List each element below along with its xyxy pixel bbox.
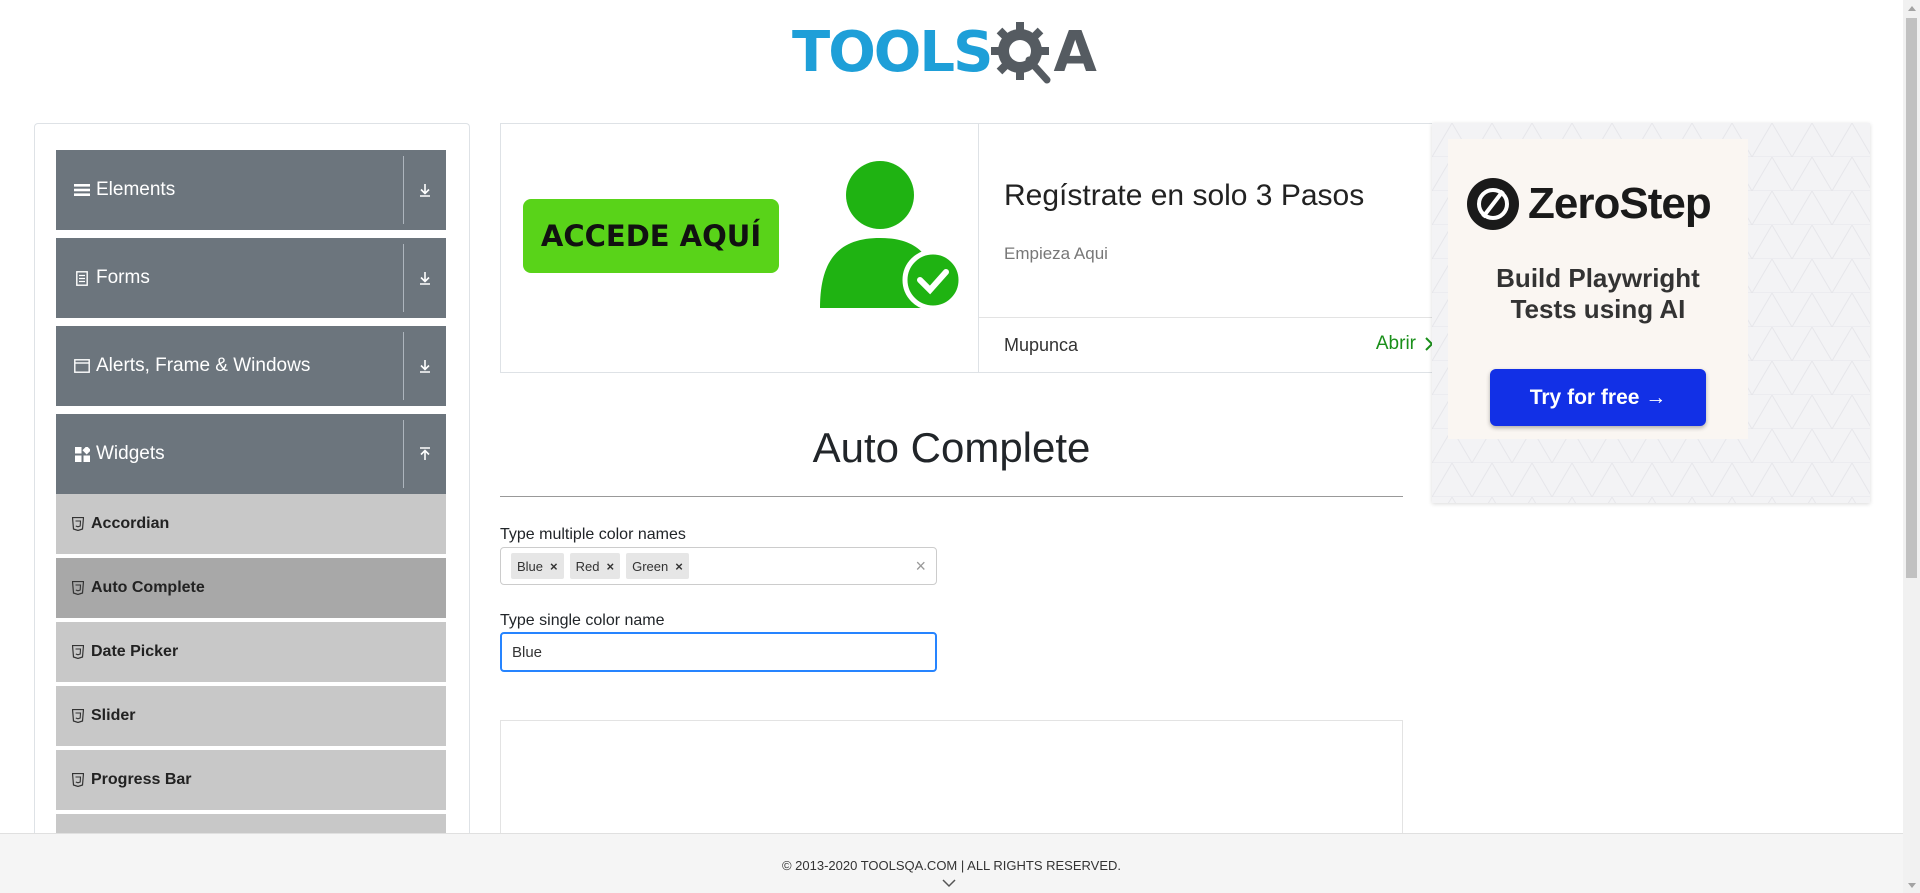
multi-color-label: Type multiple color names <box>500 526 686 543</box>
tagline-line: Tests using AI <box>1510 294 1686 324</box>
zerostep-logo-icon <box>1467 178 1519 230</box>
html5-icon <box>72 581 84 595</box>
sidebar-item-label: Progress Bar <box>91 771 192 788</box>
sidebar-group-label: Widgets <box>96 443 165 464</box>
scrollbar-thumb[interactable] <box>1906 18 1917 578</box>
ad-open-link[interactable]: Abrir <box>1376 333 1434 355</box>
color-chip-red: Red × <box>569 553 621 579</box>
ad-subtitle: Empieza Aqui <box>1004 244 1108 263</box>
ad-brand: Mupunca <box>1004 335 1079 355</box>
sidebar-item-label: Slider <box>91 707 136 724</box>
ad-title[interactable]: Regístrate en solo 3 Pasos <box>1004 179 1364 213</box>
sidebar-group-forms[interactable]: Forms <box>56 238 446 318</box>
user-check-icon <box>820 161 963 310</box>
sidebar-item-label: Date Picker <box>91 643 179 660</box>
zerostep-tagline: Build Playwright Tests using AI <box>1448 263 1748 325</box>
html5-icon <box>72 773 84 787</box>
html5-icon <box>72 645 84 659</box>
sidebar-group-label: Alerts, Frame & Windows <box>96 355 311 376</box>
sidebar: Elements Forms Alerts, Frame & Windows W… <box>34 123 470 843</box>
ad-image[interactable]: ACCEDE AQUÍ <box>501 124 979 372</box>
zerostep-ad[interactable]: ZeroStep Build Playwright Tests using AI… <box>1432 123 1870 503</box>
chip-label: Green <box>632 558 669 574</box>
window-icon <box>73 357 91 375</box>
html5-icon <box>72 517 84 531</box>
scroll-up-arrow-icon[interactable] <box>1903 0 1920 16</box>
chip-remove-icon[interactable]: × <box>548 559 564 574</box>
page-scrollbar[interactable] <box>1903 0 1920 893</box>
document-icon <box>73 269 91 287</box>
sidebar-group-elements[interactable]: Elements <box>56 150 446 230</box>
multi-color-input[interactable]: Blue × Red × Green × × <box>500 547 937 585</box>
chip-remove-icon[interactable]: × <box>673 559 689 574</box>
expand-arrow-icon[interactable] <box>404 270 446 286</box>
clear-all-icon[interactable]: × <box>915 556 926 577</box>
footer: © 2013-2020 TOOLSQA.COM | ALL RIGHTS RES… <box>0 833 1903 893</box>
try-for-free-button[interactable]: Try for free → <box>1490 369 1706 426</box>
ad-banner[interactable]: ACCEDE AQUÍ Regístrate en solo 3 Pasos E… <box>500 123 1435 373</box>
color-chip-green: Green × <box>626 553 689 579</box>
chevron-down-icon[interactable] <box>942 878 956 888</box>
chip-remove-icon[interactable]: × <box>604 559 620 574</box>
zerostep-brand: ZeroStep <box>1528 179 1712 228</box>
divider <box>500 496 1403 497</box>
widgets-icon <box>73 445 91 463</box>
zerostep-card: ZeroStep Build Playwright Tests using AI… <box>1448 139 1748 439</box>
divider <box>979 317 1434 318</box>
page-title: Auto Complete <box>812 424 1091 471</box>
sidebar-group-label: Forms <box>96 267 150 288</box>
single-color-label: Type single color name <box>500 612 665 629</box>
logo-text-tools: TOOLS <box>792 20 993 85</box>
sidebar-item-label: Auto Complete <box>91 579 205 596</box>
sidebar-group-widgets[interactable]: Widgets <box>56 414 446 494</box>
toolsqa-logo[interactable]: TOOLS A <box>792 14 1097 92</box>
sidebar-item-accordian[interactable]: Accordian <box>56 494 446 556</box>
logo-text-a: A <box>1053 20 1096 85</box>
sidebar-group-alerts[interactable]: Alerts, Frame & Windows <box>56 326 446 406</box>
sidebar-item-progress-bar[interactable]: Progress Bar <box>56 750 446 812</box>
color-chip-blue: Blue × <box>511 553 564 579</box>
zerostep-logo: ZeroStep <box>1466 177 1712 231</box>
sidebar-item-slider[interactable]: Slider <box>56 686 446 748</box>
sidebar-item-auto-complete[interactable]: Auto Complete <box>56 558 446 620</box>
chip-label: Red <box>575 558 600 574</box>
footer-copyright: © 2013-2020 TOOLSQA.COM | ALL RIGHTS RES… <box>781 858 1122 873</box>
collapse-arrow-icon[interactable] <box>404 446 446 462</box>
tagline-line: Build Playwright <box>1496 263 1700 293</box>
expand-arrow-icon[interactable] <box>404 358 446 374</box>
logo-gear-q-icon <box>991 22 1051 84</box>
ad-open-label: Abrir <box>1375 333 1416 354</box>
sidebar-item-label: Accordian <box>91 515 170 532</box>
scroll-down-arrow-icon[interactable] <box>1903 877 1920 893</box>
single-color-input[interactable]: Blue <box>500 632 937 672</box>
sidebar-item-date-picker[interactable]: Date Picker <box>56 622 446 684</box>
chip-label: Blue <box>517 558 544 574</box>
sidebar-group-label: Elements <box>96 179 176 200</box>
expand-arrow-icon[interactable] <box>404 182 446 198</box>
html5-icon <box>72 709 84 723</box>
ad-cta-button[interactable]: ACCEDE AQUÍ <box>523 199 779 273</box>
hamburger-icon <box>73 181 91 199</box>
